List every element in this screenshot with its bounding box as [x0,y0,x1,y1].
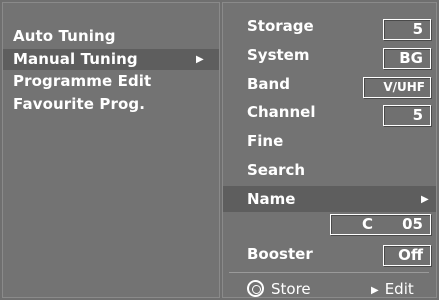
name-value-prefix: C [362,215,374,233]
menu-item-label: Manual Tuning [13,50,138,68]
band-value[interactable]: V/UHF [363,77,431,98]
footer-divider [229,272,429,273]
channel-label: Channel [247,103,316,121]
submenu-arrow-icon: ▶ [421,194,429,205]
search-row[interactable]: Search [223,157,436,184]
tv-menu-screen: Auto Tuning Manual Tuning ▶ Programme Ed… [0,0,439,300]
manual-tuning-panel: Storage 5 System BG Band V/UHF Channel 5… [222,2,437,298]
store-label: Store [271,280,311,298]
name-label: Name [247,190,296,208]
menu-item-auto-tuning[interactable]: Auto Tuning [3,26,219,47]
menu-item-label: Programme Edit [13,72,152,90]
submenu-arrow-icon: ▶ [196,54,204,65]
menu-item-programme-edit[interactable]: Programme Edit [3,71,219,92]
name-value-number: 05 [402,215,423,233]
system-value[interactable]: BG [383,48,431,69]
booster-value[interactable]: Off [383,245,431,266]
edit-hint: ▶ Edit [371,279,414,299]
storage-label: Storage [247,17,314,35]
storage-value[interactable]: 5 [383,19,431,40]
store-icon [247,280,264,297]
menu-item-manual-tuning[interactable]: Manual Tuning ▶ [3,49,219,70]
booster-label: Booster [247,245,313,263]
channel-value[interactable]: 5 [383,105,431,126]
fine-label: Fine [247,132,284,150]
edit-arrow-icon: ▶ [371,285,379,296]
name-row[interactable]: Name ▶ [223,186,436,212]
name-value[interactable]: C 05 [330,214,431,235]
menu-item-label: Auto Tuning [13,27,116,45]
band-label: Band [247,75,290,93]
edit-label: Edit [384,280,414,298]
fine-row[interactable]: Fine [223,128,436,155]
store-hint: Store [247,279,311,299]
search-label: Search [247,161,306,179]
menu-item-label: Favourite Prog. [13,95,145,113]
main-menu-panel: Auto Tuning Manual Tuning ▶ Programme Ed… [2,2,220,298]
menu-item-favourite-prog[interactable]: Favourite Prog. [3,94,219,115]
system-label: System [247,46,310,64]
